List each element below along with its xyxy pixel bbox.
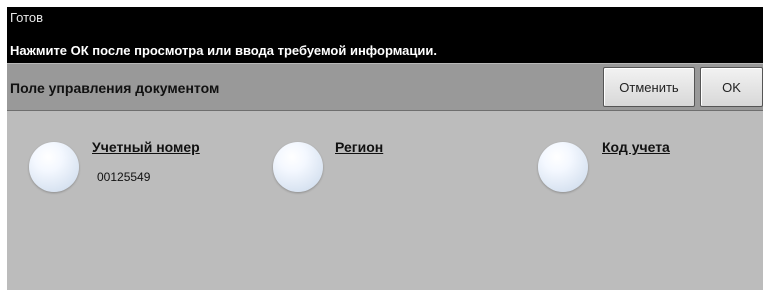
field-label[interactable]: Учетный номер [92,139,200,155]
field-label[interactable]: Регион [335,139,383,155]
radio-button-icon[interactable] [29,142,79,192]
fields-panel: Учетный номер 00125549 Регион Код учета [7,111,763,290]
instruction-message: Нажмите ОК после просмотра или ввода тре… [10,43,437,58]
status-bar: Готов Нажмите ОК после просмотра или вво… [7,7,763,63]
status-text: Готов [10,10,44,25]
radio-button-icon[interactable] [273,142,323,192]
cancel-button[interactable]: Отменить [603,67,695,107]
screen: Готов Нажмите ОК после просмотра или вво… [0,0,763,290]
field-value: 00125549 [97,170,151,184]
ok-button[interactable]: OK [700,67,763,107]
page-title: Поле управления документом [10,80,220,96]
field-label[interactable]: Код учета [602,139,670,155]
radio-button-icon[interactable] [538,142,588,192]
header-bar: Поле управления документом Отменить OK [7,63,763,111]
